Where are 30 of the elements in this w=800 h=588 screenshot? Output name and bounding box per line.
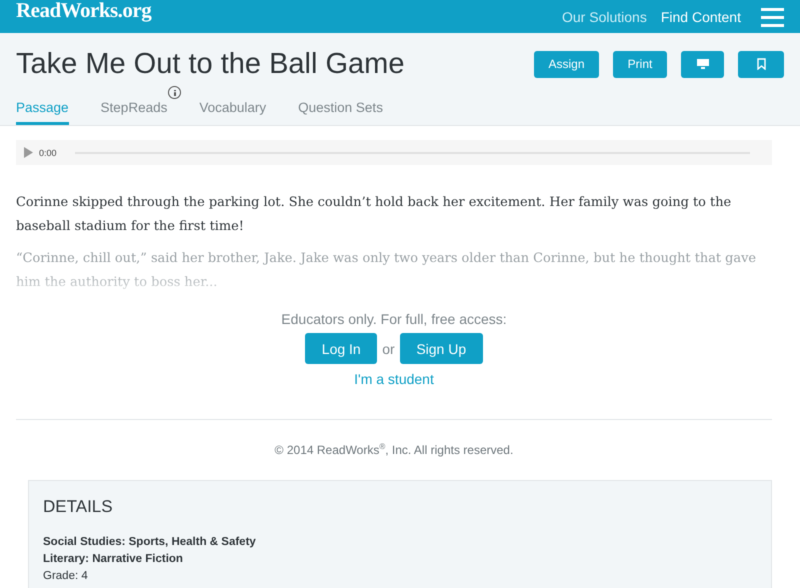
or-text: or [382,340,395,356]
nav-link[interactable]: Find Content [660,8,741,24]
audio-time: 0:00 [39,148,57,158]
details-heading: DETAILS [43,497,114,517]
passage-title: Take Me Out to the Ball Game [16,48,406,80]
access-prompt: Educators only. For full, free access: [281,311,507,327]
tab[interactable]: Question Sets [298,100,383,125]
info-icon[interactable] [168,86,182,99]
print-button[interactable]: Print [613,50,667,78]
detail-line: Social Studies: Sports, Health & Safety [43,535,257,550]
nav-link[interactable]: Our Solutions [562,8,647,24]
detail-line: Literary: Narrative Fiction [43,552,184,567]
projector-button[interactable] [681,50,724,78]
play-icon[interactable] [24,147,33,158]
assign-button[interactable]: Assign [534,50,599,78]
monitor-icon [696,59,708,69]
tab[interactable]: StepReads [100,100,168,125]
bookmark-icon [756,58,766,70]
passage-paragraph: “Corinne, chill out,” said her brother, Jake. Jake was only two years older than Corinne, but he thought that gave him the authority to boss her... [16,250,758,292]
detail-line: Grade: 4 [43,569,89,584]
passage-paragraph: Corinne skipped through the parking lot. She couldn’t hold back her excitement. Her family was going to the baseball stadium for the first time! [16,194,732,236]
copyright-text: © 2014 ReadWorks$^{®}$, Inc. All rights reserved. [274,442,514,457]
signup-button[interactable]: Sign Up [400,333,483,364]
login-button[interactable]: Log In [305,333,378,364]
bookmark-button[interactable] [738,50,784,78]
tab[interactable]: Vocabulary [199,100,266,125]
tab[interactable]: Passage [16,100,69,125]
site-logo[interactable]: ReadWorks.org [16,0,152,23]
menu-icon[interactable] [761,6,784,26]
student-link[interactable]: I'm a student [354,371,434,387]
